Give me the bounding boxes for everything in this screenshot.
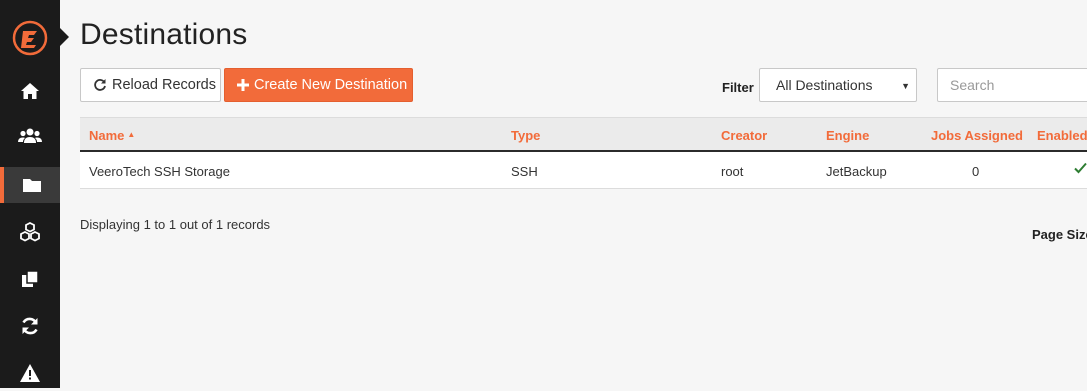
create-new-destination-button[interactable]: Create New Destination (224, 68, 413, 102)
records-count: Displaying 1 to 1 out of 1 records (80, 217, 271, 232)
sidebar-item-backup-jobs[interactable] (0, 214, 60, 250)
column-header-creator[interactable]: Creator (721, 128, 767, 143)
filter-selected-value: All Destinations (776, 77, 873, 93)
search-input[interactable] (937, 68, 1087, 102)
sidebar-item-clone[interactable] (0, 261, 60, 297)
sidebar-item-alerts[interactable] (0, 355, 60, 391)
sidebar (0, 0, 60, 388)
enabled-check-icon[interactable] (1074, 162, 1087, 177)
dropdown-arrow-icon: ▼ (901, 81, 910, 91)
reload-records-button[interactable]: Reload Records (80, 68, 221, 102)
copy-icon (22, 270, 39, 287)
table-row[interactable]: VeeroTech SSH Storage SSH root JetBackup… (80, 152, 1087, 189)
cell-jobs-assigned: 0 (972, 164, 980, 179)
users-icon (18, 128, 42, 143)
page-title: Destinations (80, 18, 248, 51)
cell-creator: root (721, 164, 744, 179)
column-header-jobs-assigned[interactable]: Jobs Assigned (931, 128, 1023, 143)
create-new-destination-label: Create New Destination (254, 77, 408, 93)
table-header: Name ▲ Type Creator Engine Jobs Assigned … (80, 117, 1087, 152)
sidebar-item-restore[interactable] (0, 308, 60, 344)
page-size-label: Page Size (1032, 227, 1087, 242)
filter-select[interactable]: All Destinations ▼ (759, 68, 917, 102)
sidebar-item-home[interactable] (0, 73, 60, 109)
home-icon (21, 83, 39, 99)
cell-engine: JetBackup (826, 164, 887, 179)
sort-ascending-icon: ▲ (127, 130, 136, 139)
active-page-caret (60, 28, 69, 46)
column-header-type[interactable]: Type (511, 128, 540, 143)
cell-name[interactable]: VeeroTech SSH Storage (89, 164, 230, 179)
sidebar-item-accounts[interactable] (0, 118, 60, 154)
sidebar-item-destinations[interactable] (0, 167, 60, 203)
filter-label: Filter (722, 80, 754, 95)
column-header-engine[interactable]: Engine (826, 128, 869, 143)
app-logo[interactable] (12, 20, 48, 56)
plus-icon (237, 79, 249, 91)
warning-icon (20, 364, 40, 382)
destinations-table: Name ▲ Type Creator Engine Jobs Assigned … (80, 117, 1087, 189)
column-header-name[interactable]: Name ▲ (89, 128, 135, 143)
cubes-icon (20, 222, 40, 242)
reload-records-label: Reload Records (112, 77, 216, 93)
refresh-icon (22, 317, 38, 335)
cell-type: SSH (511, 164, 538, 179)
folder-icon (23, 179, 41, 192)
reload-icon (93, 78, 107, 92)
column-header-enabled[interactable]: Enabled (1037, 128, 1087, 143)
